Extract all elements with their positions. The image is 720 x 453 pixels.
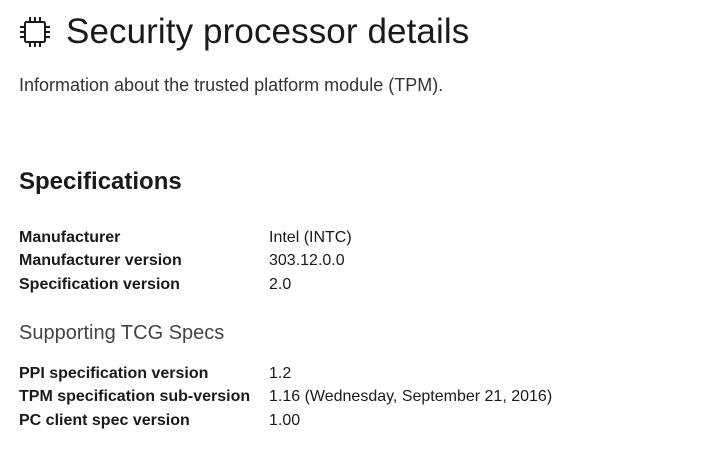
specifications-table: Manufacturer Intel (INTC) Manufacturer v… (19, 226, 352, 297)
page-description: Information about the trusted platform m… (19, 75, 444, 95)
spec-row-manufacturer: Manufacturer Intel (INTC) (19, 226, 352, 250)
spec-label: Specification version (19, 275, 180, 293)
spec-value: Intel (INTC) (269, 228, 352, 246)
spec-label: PPI specification version (19, 364, 209, 382)
spec-row-specification-version: Specification version 2.0 (19, 273, 352, 297)
spec-row-pc-client-version: PC client spec version 1.00 (19, 409, 552, 433)
page-header: Security processor details (18, 10, 469, 54)
spec-value: 2.0 (269, 275, 292, 293)
spec-value: 1.00 (269, 411, 301, 429)
spec-row-ppi-version: PPI specification version 1.2 (19, 362, 552, 386)
spec-label: TPM specification sub-version (19, 388, 251, 406)
spec-label: PC client spec version (19, 411, 190, 429)
spec-label: Manufacturer (19, 228, 121, 246)
spec-label: Manufacturer version (19, 252, 182, 270)
specifications-heading: Specifications (19, 168, 182, 195)
spec-row-tpm-sub-version: TPM specification sub-version 1.16 (Wedn… (19, 386, 552, 410)
tcg-specs-table: PPI specification version 1.2 TPM specif… (19, 362, 552, 433)
tcg-specs-heading: Supporting TCG Specs (19, 322, 225, 344)
spec-row-manufacturer-version: Manufacturer version 303.12.0.0 (19, 250, 352, 274)
spec-value: 303.12.0.0 (269, 252, 345, 270)
page-title: Security processor details (66, 12, 470, 51)
spec-value: 1.16 (Wednesday, September 21, 2016) (269, 388, 553, 406)
spec-value: 1.2 (269, 364, 292, 382)
chip-icon (18, 15, 52, 49)
